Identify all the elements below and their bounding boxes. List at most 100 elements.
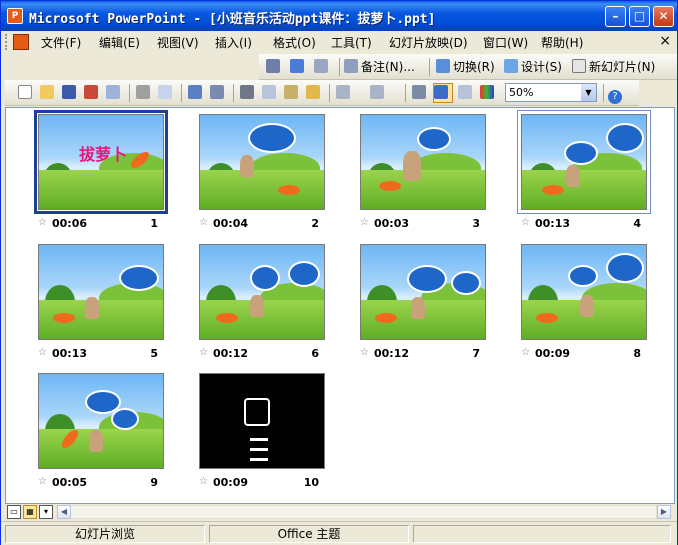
show-formatting-button[interactable] [433, 83, 453, 103]
slide-thumbnail[interactable]: ☆ 00:09 8 [521, 244, 647, 360]
summary-slide-button[interactable] [313, 57, 333, 77]
normal-view-icon[interactable]: ▭ [7, 505, 21, 519]
slide-image[interactable] [38, 244, 164, 340]
slideshow-view-icon[interactable]: ▾ [39, 505, 53, 519]
menu-edit[interactable]: 编辑(E) [99, 34, 140, 51]
zoom-select[interactable]: 50% ▼ [505, 83, 597, 102]
slide-thumbnail[interactable]: 拔萝卜 ☆ 00:06 1 [34, 110, 168, 230]
slide-thumbnail[interactable]: ☆ 00:05 9 [38, 373, 164, 489]
print-preview-button[interactable] [157, 83, 175, 103]
spelling-button[interactable] [187, 83, 205, 103]
menu-help[interactable]: 帮助(H) [541, 34, 583, 51]
transition-star-icon[interactable]: ☆ [521, 217, 530, 228]
slide-image[interactable] [517, 110, 651, 214]
slide-image[interactable] [199, 114, 325, 210]
slide-image[interactable] [199, 244, 325, 340]
new-slide-button[interactable]: 新幻灯片(N) [571, 57, 656, 77]
slide-image[interactable] [360, 114, 486, 210]
slide-image[interactable] [38, 373, 164, 469]
slide-thumbnail[interactable]: ☆ 00:12 7 [360, 244, 486, 360]
end-symbol-icon [244, 398, 270, 426]
powerpoint-app-icon[interactable]: P [7, 8, 23, 24]
close-icon: ✕ [658, 9, 669, 23]
toolbar-separator [329, 84, 330, 102]
print-button[interactable] [135, 83, 153, 103]
slide-number: 6 [311, 347, 319, 360]
undo-icon [336, 85, 350, 99]
document-icon[interactable] [13, 34, 29, 50]
menu-file[interactable]: 文件(F) [41, 34, 81, 51]
research-icon [210, 85, 224, 99]
status-empty [413, 525, 671, 543]
toolbar-separator [181, 84, 182, 102]
color-grayscale-button[interactable] [479, 83, 497, 103]
menu-slideshow[interactable]: 幻灯片放映(D) [389, 34, 468, 51]
research-button[interactable] [209, 83, 227, 103]
transition-star-icon[interactable]: ☆ [360, 347, 369, 358]
cut-button[interactable] [239, 83, 257, 103]
redo-icon [370, 85, 384, 99]
transition-star-icon[interactable]: ☆ [199, 217, 208, 228]
permission-button[interactable] [83, 83, 101, 103]
menu-format[interactable]: 格式(O) [273, 34, 316, 51]
toolbar-separator [405, 84, 406, 102]
slide-thumbnail[interactable]: ☆ 00:13 4 [517, 110, 651, 230]
menu-window[interactable]: 窗口(W) [483, 34, 528, 51]
grid-button[interactable] [457, 83, 475, 103]
menu-grip-icon[interactable] [5, 34, 9, 50]
slide-meta: ☆ 00:12 6 [199, 346, 325, 362]
slide-sorter-view-icon[interactable]: ▦ [23, 505, 37, 519]
slide-sorter-pane[interactable]: 拔萝卜 ☆ 00:06 1 ☆ 00:04 2 ☆ 00:03 3 ☆ 00:1… [5, 107, 675, 504]
slide-thumbnail[interactable]: ☆ 00:12 6 [199, 244, 325, 360]
transition-star-icon[interactable]: ☆ [199, 476, 208, 487]
slide-meta: ☆ 00:13 4 [521, 216, 647, 232]
slide-thumbnail[interactable]: ☆ 00:13 5 [38, 244, 164, 360]
slide-image[interactable] [360, 244, 486, 340]
transition-star-icon[interactable]: ☆ [38, 217, 47, 228]
slide-thumbnail[interactable]: ☆ 00:03 3 [360, 114, 486, 230]
slide-image[interactable] [521, 244, 647, 340]
email-button[interactable] [105, 83, 123, 103]
document-close-icon[interactable]: × [659, 33, 671, 49]
close-button[interactable]: ✕ [653, 6, 674, 27]
notes-button[interactable]: 备注(N)... [343, 57, 416, 77]
format-painter-button[interactable] [305, 83, 323, 103]
save-button[interactable] [61, 83, 79, 103]
slide-meta: ☆ 00:09 10 [199, 475, 325, 491]
copy-button[interactable] [261, 83, 279, 103]
scroll-left-icon[interactable]: ◀ [57, 505, 71, 519]
open-button[interactable] [39, 83, 57, 103]
redo-button[interactable] [369, 83, 399, 103]
transition-star-icon[interactable]: ☆ [38, 476, 47, 487]
chevron-down-icon[interactable]: ▼ [581, 84, 596, 101]
scroll-right-icon[interactable]: ▶ [657, 505, 671, 519]
title-bar[interactable]: P Microsoft PowerPoint - [小班音乐活动ppt课件：拔萝… [1, 1, 677, 31]
slide-timing: 00:05 [52, 476, 88, 489]
slide-image[interactable]: 拔萝卜 [34, 110, 168, 214]
slide-thumbnail[interactable]: ☆ 00:09 10 [199, 373, 325, 489]
slide-thumbnail[interactable]: ☆ 00:04 2 [199, 114, 325, 230]
design-button[interactable]: 设计(S) [503, 57, 563, 77]
hide-slide-button[interactable] [265, 57, 285, 77]
transition-star-icon[interactable]: ☆ [199, 347, 208, 358]
new-button[interactable] [17, 83, 35, 103]
transition-star-icon[interactable]: ☆ [38, 347, 47, 358]
rehearse-button[interactable] [289, 57, 309, 77]
menu-insert[interactable]: 插入(I) [215, 34, 252, 51]
minimize-button[interactable]: – [605, 6, 626, 27]
slide-image[interactable] [199, 373, 325, 469]
powerpoint-window: P Microsoft PowerPoint - [小班音乐活动ppt课件：拔萝… [0, 0, 678, 545]
maximize-button[interactable]: □ [629, 6, 650, 27]
horizontal-scrollbar[interactable] [57, 505, 657, 519]
menu-tools[interactable]: 工具(T) [331, 34, 372, 51]
slide-timing: 00:09 [535, 347, 571, 360]
menu-view[interactable]: 视图(V) [157, 34, 199, 51]
print-icon [136, 85, 150, 99]
help-button[interactable]: ? [607, 83, 625, 104]
transition-star-icon[interactable]: ☆ [521, 347, 530, 358]
transition-star-icon[interactable]: ☆ [360, 217, 369, 228]
expand-all-button[interactable] [411, 83, 429, 103]
undo-button[interactable] [335, 83, 365, 103]
transition-button[interactable]: 切换(R) [435, 57, 496, 77]
paste-button[interactable] [283, 83, 301, 103]
